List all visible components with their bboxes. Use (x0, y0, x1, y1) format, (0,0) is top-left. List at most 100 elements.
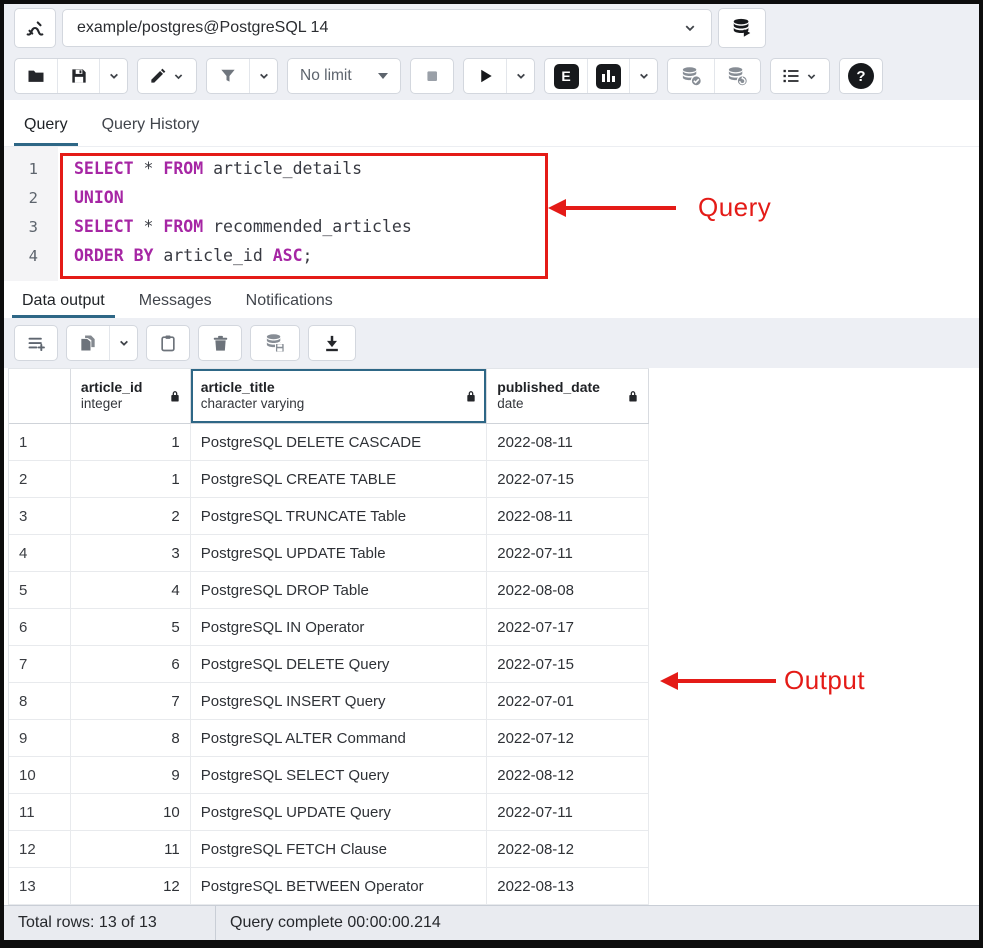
open-file-icon (26, 66, 46, 86)
filter-icon (218, 66, 238, 86)
article-id-cell[interactable]: 1 (71, 461, 191, 497)
explain-analyze-button[interactable] (587, 59, 629, 93)
published-date-cell[interactable]: 2022-07-17 (487, 609, 649, 645)
article-title-cell[interactable]: PostgreSQL ALTER Command (191, 720, 488, 756)
copy-options-dropdown[interactable] (109, 326, 137, 360)
commit-button (668, 59, 714, 93)
data-output-toolbar (4, 318, 979, 368)
paste-button[interactable] (147, 326, 189, 360)
tab-query[interactable]: Query (14, 116, 78, 146)
article-id-cell[interactable]: 3 (71, 535, 191, 571)
row-number-cell[interactable]: 7 (9, 646, 71, 682)
tab-messages[interactable]: Messages (129, 292, 222, 318)
article-title-cell[interactable]: PostgreSQL FETCH Clause (191, 831, 488, 867)
row-number-cell[interactable]: 1 (9, 424, 71, 460)
row-number-cell[interactable]: 4 (9, 535, 71, 571)
article-id-cell[interactable]: 2 (71, 498, 191, 534)
chevron-down-icon (256, 68, 272, 84)
save-options-dropdown[interactable] (99, 59, 127, 93)
article-id-cell[interactable]: 4 (71, 572, 191, 608)
article-id-cell[interactable]: 7 (71, 683, 191, 719)
article-id-cell[interactable]: 9 (71, 757, 191, 793)
macros-dropdown[interactable] (771, 59, 829, 93)
column-header-article-title[interactable]: article_title character varying (191, 369, 488, 423)
article-id-cell[interactable]: 1 (71, 424, 191, 460)
article-id-cell[interactable]: 5 (71, 609, 191, 645)
article-title-cell[interactable]: PostgreSQL INSERT Query (191, 683, 488, 719)
tab-query-history[interactable]: Query History (92, 116, 210, 146)
add-row-button[interactable] (15, 326, 57, 360)
execute-options-dropdown[interactable] (506, 59, 534, 93)
edit-dropdown[interactable] (138, 59, 196, 93)
row-number-cell[interactable]: 12 (9, 831, 71, 867)
delete-row-button[interactable] (199, 326, 241, 360)
article-title-cell[interactable]: PostgreSQL TRUNCATE Table (191, 498, 488, 534)
row-number-cell[interactable]: 8 (9, 683, 71, 719)
published-date-cell[interactable]: 2022-08-08 (487, 572, 649, 608)
query-tool-button[interactable] (14, 8, 56, 48)
row-limit-select[interactable]: No limit (287, 58, 401, 94)
open-file-button[interactable] (15, 59, 57, 93)
published-date-cell[interactable]: 2022-07-01 (487, 683, 649, 719)
row-number-cell[interactable]: 13 (9, 868, 71, 904)
article-id-cell[interactable]: 8 (71, 720, 191, 756)
copy-button[interactable] (67, 326, 109, 360)
column-header-article-id[interactable]: article_id integer (71, 369, 191, 423)
published-date-cell[interactable]: 2022-08-13 (487, 868, 649, 904)
query-tab-bar: Query Query History (4, 100, 979, 147)
sql-editor[interactable]: 1 2 3 4 SELECT * FROM article_details UN… (4, 147, 979, 281)
lock-icon (626, 389, 640, 404)
article-title-cell[interactable]: PostgreSQL UPDATE Table (191, 535, 488, 571)
sql-line-1: SELECT * FROM article_details (74, 159, 362, 178)
published-date-cell[interactable]: 2022-07-11 (487, 535, 649, 571)
pgadmin-query-tool-window: example/postgres@PostgreSQL 14 (0, 0, 983, 948)
row-number-cell[interactable]: 11 (9, 794, 71, 830)
query-tool-icon (24, 17, 46, 39)
filter-options-dropdown[interactable] (249, 59, 277, 93)
article-title-cell[interactable]: PostgreSQL BETWEEN Operator (191, 868, 488, 904)
chevron-down-icon (804, 69, 819, 84)
article-title-cell[interactable]: PostgreSQL IN Operator (191, 609, 488, 645)
article-title-cell[interactable]: PostgreSQL UPDATE Query (191, 794, 488, 830)
execute-button[interactable] (464, 59, 506, 93)
download-csv-button[interactable] (309, 326, 355, 360)
row-number-cell[interactable]: 6 (9, 609, 71, 645)
download-csv-icon (322, 333, 342, 353)
published-date-cell[interactable]: 2022-07-11 (487, 794, 649, 830)
published-date-cell[interactable]: 2022-07-15 (487, 461, 649, 497)
row-number-header[interactable] (9, 369, 71, 423)
article-title-cell[interactable]: PostgreSQL DROP Table (191, 572, 488, 608)
table-row: 109PostgreSQL SELECT Query2022-08-12 (9, 757, 649, 794)
published-date-cell[interactable]: 2022-08-11 (487, 424, 649, 460)
new-connection-button[interactable] (718, 8, 766, 48)
article-id-cell[interactable]: 6 (71, 646, 191, 682)
published-date-cell[interactable]: 2022-08-12 (487, 831, 649, 867)
article-title-cell[interactable]: PostgreSQL DELETE CASCADE (191, 424, 488, 460)
help-button[interactable]: ? (840, 59, 882, 93)
published-date-cell[interactable]: 2022-07-15 (487, 646, 649, 682)
row-number-cell[interactable]: 5 (9, 572, 71, 608)
row-number-cell[interactable]: 3 (9, 498, 71, 534)
row-number-cell[interactable]: 2 (9, 461, 71, 497)
published-date-cell[interactable]: 2022-08-11 (487, 498, 649, 534)
connection-dropdown[interactable]: example/postgres@PostgreSQL 14 (62, 9, 712, 47)
tab-data-output[interactable]: Data output (12, 292, 115, 318)
article-id-cell[interactable]: 10 (71, 794, 191, 830)
row-number-cell[interactable]: 10 (9, 757, 71, 793)
row-number-cell[interactable]: 9 (9, 720, 71, 756)
tab-notifications[interactable]: Notifications (236, 292, 343, 318)
article-title-cell[interactable]: PostgreSQL CREATE TABLE (191, 461, 488, 497)
article-title-cell[interactable]: PostgreSQL DELETE Query (191, 646, 488, 682)
article-id-cell[interactable]: 12 (71, 868, 191, 904)
save-file-button[interactable] (57, 59, 99, 93)
lock-icon (168, 389, 182, 404)
connection-dropdown-value: example/postgres@PostgreSQL 14 (77, 19, 328, 37)
filter-button[interactable] (207, 59, 249, 93)
published-date-cell[interactable]: 2022-07-12 (487, 720, 649, 756)
published-date-cell[interactable]: 2022-08-12 (487, 757, 649, 793)
article-id-cell[interactable]: 11 (71, 831, 191, 867)
explain-button[interactable]: E (545, 59, 587, 93)
explain-options-dropdown[interactable] (629, 59, 657, 93)
column-header-published-date[interactable]: published_date date (487, 369, 649, 423)
article-title-cell[interactable]: PostgreSQL SELECT Query (191, 757, 488, 793)
